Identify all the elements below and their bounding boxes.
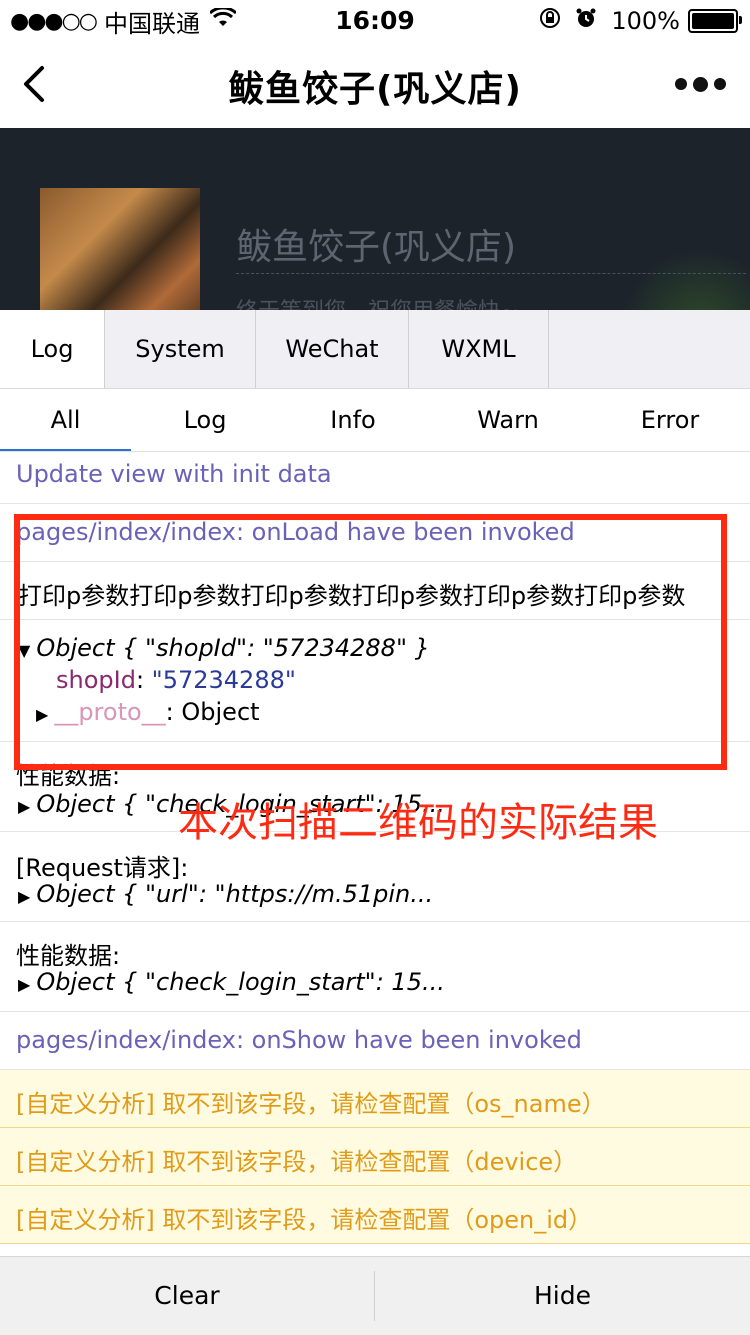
shop-thumbnail-image [40, 188, 200, 310]
filter-log[interactable]: Log [140, 389, 270, 451]
console-bottom-bar: Clear Hide [0, 1256, 750, 1335]
object-summary[interactable]: ▶ Object { "url": "https://m.51pin... [18, 880, 433, 908]
log-text: pages/index/index: onShow have been invo… [16, 1026, 582, 1054]
warn-text: [自定义分析] 取不到该字段，请检查配置（os_name） [16, 1090, 606, 1118]
filter-error[interactable]: Error [605, 389, 735, 451]
log-entry: pages/index/index: onShow have been invo… [0, 1012, 750, 1070]
warn-log-entry: [自定义分析] 取不到该字段，请检查配置（os_name） [0, 1070, 750, 1128]
warn-text: [自定义分析] 取不到该字段，请检查配置（open_id） [16, 1206, 593, 1234]
shop-slogan: 终于等到您，祝您用餐愉快~ [236, 293, 518, 310]
expand-triangle-icon[interactable]: ▶ [18, 887, 30, 906]
log-entry-object: 性能数据: ▶ Object { "check_login_start": 15.… [0, 922, 750, 1012]
orientation-lock-icon [539, 7, 561, 35]
page-title: 鲅鱼饺子(巩义店) [228, 69, 522, 110]
status-bar: ●●●○○ 中国联通 16:09 100% [0, 0, 750, 42]
log-label: [Request请求]: [16, 854, 189, 882]
divider [236, 273, 746, 274]
tab-log[interactable]: Log [0, 310, 105, 388]
object-text: Object { "check_login_start": 15... [36, 968, 445, 996]
warn-text: [自定义分析] 取不到该字段，请检查配置（device） [16, 1148, 578, 1176]
shop-header: 鲅鱼饺子(巩义店) 终于等到您，祝您用餐愉快~ [0, 128, 750, 310]
console-tab-bar: Log System WeChat WXML [0, 310, 750, 389]
object-text: Object { "url": "https://m.51pin... [36, 880, 434, 908]
tab-system[interactable]: System [105, 310, 256, 388]
warn-log-entry: [自定义分析] 取不到该字段，请检查配置（open_id） [0, 1186, 750, 1244]
clear-button[interactable]: Clear [0, 1257, 374, 1335]
filter-all[interactable]: All [0, 389, 131, 451]
hide-button[interactable]: Hide [375, 1257, 750, 1335]
expand-triangle-icon[interactable]: ▶ [18, 975, 30, 994]
alarm-icon [575, 7, 597, 35]
filter-info[interactable]: Info [288, 389, 418, 451]
log-text: Update view with init data [16, 460, 332, 488]
filter-warn[interactable]: Warn [443, 389, 573, 451]
navigation-bar: 鲅鱼饺子(巩义店) [0, 42, 750, 128]
expand-triangle-icon[interactable]: ▶ [18, 797, 30, 816]
battery-percentage: 100% [611, 7, 680, 35]
log-label: 性能数据: [16, 942, 121, 970]
log-filter-bar: All Log Info Warn Error [0, 389, 750, 452]
more-options-icon[interactable] [675, 77, 726, 92]
tab-wxml[interactable]: WXML [409, 310, 549, 388]
annotation-label: 本次扫描二维码的实际结果 [178, 800, 658, 846]
status-right: 100% [539, 6, 742, 36]
log-entry: Update view with init data [0, 452, 750, 504]
warn-log-entry: [自定义分析] 取不到该字段，请检查配置（device） [0, 1128, 750, 1186]
object-summary[interactable]: ▶ Object { "check_login_start": 15... [18, 968, 445, 996]
tab-wechat[interactable]: WeChat [256, 310, 409, 388]
battery-icon [688, 9, 742, 33]
highlight-box [14, 514, 727, 770]
shop-name: 鲅鱼饺子(巩义店) [236, 227, 517, 268]
